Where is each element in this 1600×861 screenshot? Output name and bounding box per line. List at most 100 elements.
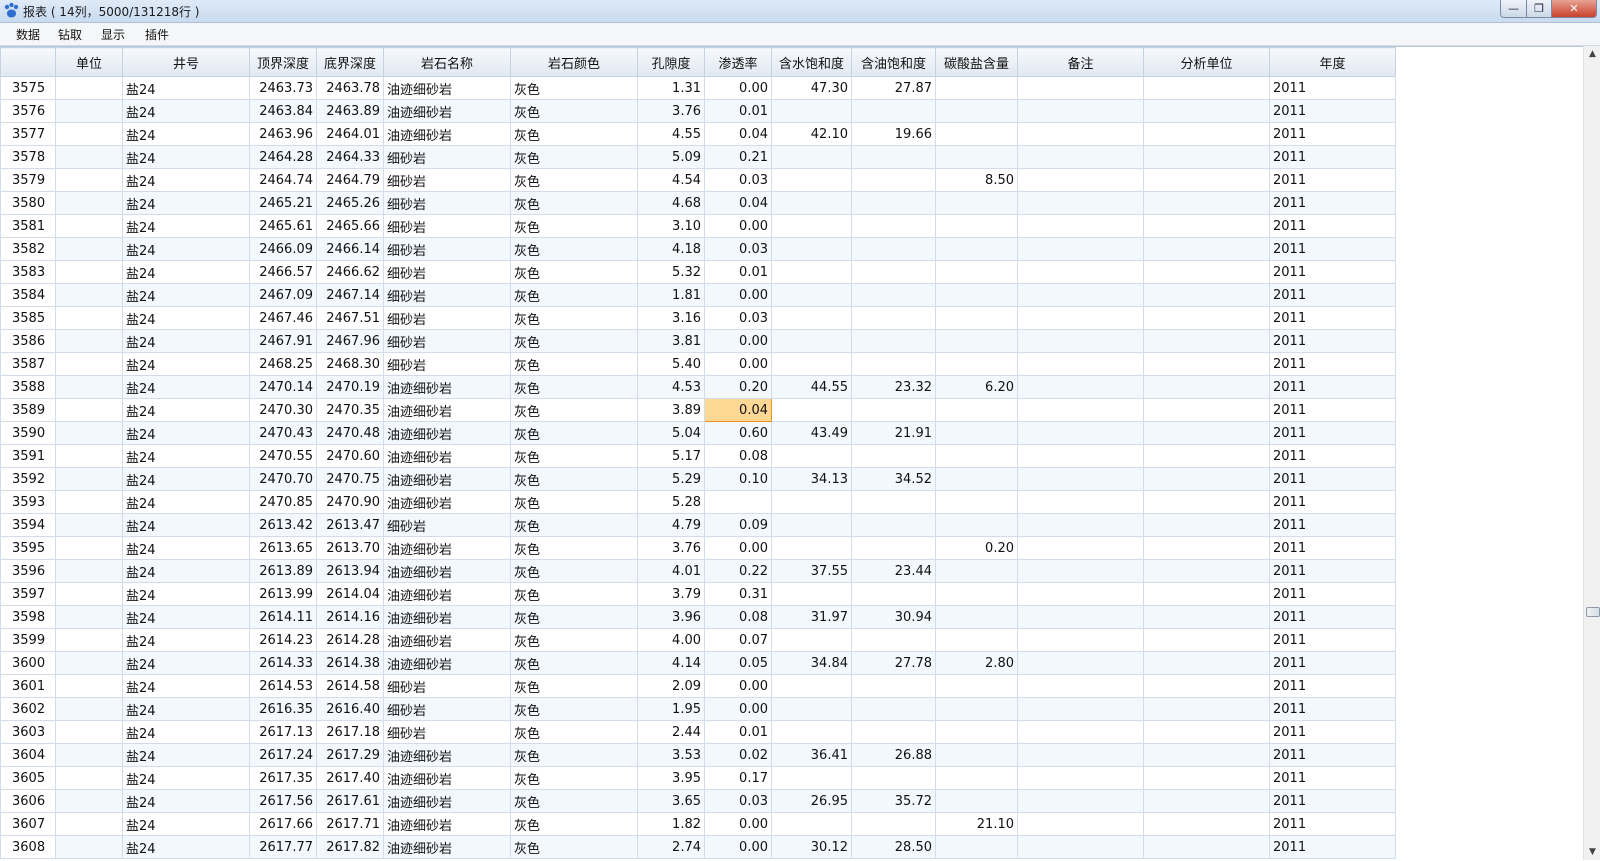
table-cell[interactable]: 2617.29 — [316, 743, 384, 767]
table-cell[interactable]: 34.13 — [771, 467, 852, 491]
table-cell[interactable]: 灰色 — [510, 444, 638, 468]
table-row[interactable]: 3599 盐24 2614.23 2614.28 油迹细砂岩 灰色 4.00 0.07 2011 — [0, 628, 1396, 652]
table-cell[interactable] — [935, 191, 1018, 215]
table-cell[interactable]: 2011 — [1269, 168, 1396, 192]
table-cell[interactable] — [851, 237, 936, 261]
table-cell[interactable]: 油迹细砂岩 — [383, 76, 511, 100]
table-cell[interactable] — [1143, 743, 1270, 767]
row-number-cell[interactable]: 3580 — [0, 191, 56, 215]
table-cell[interactable]: 4.54 — [637, 168, 705, 192]
column-header[interactable]: 岩石名称 — [383, 47, 511, 77]
table-cell[interactable]: 盐24 — [122, 743, 250, 767]
table-cell[interactable]: 2467.14 — [316, 283, 384, 307]
table-cell[interactable]: 2470.14 — [249, 375, 317, 399]
table-cell[interactable] — [935, 237, 1018, 261]
row-number-cell[interactable]: 3586 — [0, 329, 56, 353]
column-header[interactable]: 碳酸盐含量 — [935, 47, 1018, 77]
table-cell[interactable] — [851, 697, 936, 721]
table-cell[interactable]: 灰色 — [510, 743, 638, 767]
table-cell[interactable] — [55, 99, 123, 123]
table-cell[interactable] — [1143, 306, 1270, 330]
table-cell[interactable] — [771, 513, 852, 537]
table-cell[interactable] — [1017, 421, 1144, 445]
table-cell[interactable]: 灰色 — [510, 513, 638, 537]
vertical-scrollbar[interactable]: ▲ ▼ — [1583, 46, 1600, 860]
table-cell[interactable] — [1143, 237, 1270, 261]
column-header[interactable]: 底界深度 — [316, 47, 384, 77]
table-cell[interactable]: 盐24 — [122, 421, 250, 445]
table-cell[interactable] — [851, 191, 936, 215]
table-cell[interactable]: 0.20 — [704, 375, 772, 399]
table-cell[interactable] — [935, 789, 1018, 813]
table-cell[interactable]: 2011 — [1269, 306, 1396, 330]
table-cell[interactable]: 盐24 — [122, 76, 250, 100]
table-cell[interactable]: 3.10 — [637, 214, 705, 238]
table-cell[interactable]: 4.14 — [637, 651, 705, 675]
column-header[interactable]: 单位 — [55, 47, 123, 77]
table-cell[interactable]: 盐24 — [122, 375, 250, 399]
table-cell[interactable]: 4.79 — [637, 513, 705, 537]
table-cell[interactable]: 2613.42 — [249, 513, 317, 537]
table-row[interactable]: 3586 盐24 2467.91 2467.96 细砂岩 灰色 3.81 0.00 2011 — [0, 329, 1396, 353]
table-cell[interactable] — [851, 444, 936, 468]
table-cell[interactable]: 2463.84 — [249, 99, 317, 123]
table-cell[interactable]: 2011 — [1269, 260, 1396, 284]
table-cell[interactable]: 2614.04 — [316, 582, 384, 606]
table-cell[interactable]: 2614.53 — [249, 674, 317, 698]
table-cell[interactable]: 灰色 — [510, 835, 638, 859]
table-cell[interactable]: 油迹细砂岩 — [383, 421, 511, 445]
table-row[interactable]: 3577 盐24 2463.96 2464.01 油迹细砂岩 灰色 4.55 0.04 42.1… — [0, 122, 1396, 146]
table-cell[interactable]: 细砂岩 — [383, 283, 511, 307]
table-row[interactable]: 3584 盐24 2467.09 2467.14 细砂岩 灰色 1.81 0.00 2011 — [0, 283, 1396, 307]
table-cell[interactable]: 灰色 — [510, 605, 638, 629]
table-cell[interactable]: 盐24 — [122, 812, 250, 836]
table-cell[interactable]: 2614.33 — [249, 651, 317, 675]
table-cell[interactable] — [935, 99, 1018, 123]
table-cell[interactable] — [1017, 122, 1144, 146]
table-cell[interactable] — [935, 674, 1018, 698]
table-cell[interactable] — [1017, 283, 1144, 307]
table-cell[interactable]: 2011 — [1269, 76, 1396, 100]
table-cell[interactable]: 2617.71 — [316, 812, 384, 836]
table-cell[interactable] — [1017, 605, 1144, 629]
table-cell[interactable]: 0.05 — [704, 651, 772, 675]
table-cell[interactable] — [1017, 398, 1144, 422]
table-cell[interactable] — [1017, 237, 1144, 261]
table-row[interactable]: 3575 盐24 2463.73 2463.78 油迹细砂岩 灰色 1.31 0.00 47.3… — [0, 76, 1396, 100]
table-cell[interactable]: 灰色 — [510, 283, 638, 307]
table-cell[interactable] — [935, 260, 1018, 284]
row-number-cell[interactable]: 3598 — [0, 605, 56, 629]
table-row[interactable]: 3589 盐24 2470.30 2470.35 油迹细砂岩 灰色 3.89 0.04 2011 — [0, 398, 1396, 422]
table-cell[interactable] — [55, 421, 123, 445]
table-cell[interactable]: 0.00 — [704, 214, 772, 238]
table-cell[interactable]: 盐24 — [122, 329, 250, 353]
table-cell[interactable]: 5.04 — [637, 421, 705, 445]
table-cell[interactable] — [55, 605, 123, 629]
table-cell[interactable]: 油迹细砂岩 — [383, 789, 511, 813]
table-cell[interactable]: 47.30 — [771, 76, 852, 100]
table-cell[interactable]: 2613.70 — [316, 536, 384, 560]
column-header[interactable]: 含水饱和度 — [771, 47, 852, 77]
table-row[interactable]: 3587 盐24 2468.25 2468.30 细砂岩 灰色 5.40 0.00 2011 — [0, 352, 1396, 376]
row-number-cell[interactable]: 3591 — [0, 444, 56, 468]
table-cell[interactable]: 细砂岩 — [383, 145, 511, 169]
table-row[interactable]: 3607 盐24 2617.66 2617.71 油迹细砂岩 灰色 1.82 0.00 21.1… — [0, 812, 1396, 836]
table-cell[interactable]: 2617.66 — [249, 812, 317, 836]
table-cell[interactable]: 2466.62 — [316, 260, 384, 284]
table-row[interactable]: 3585 盐24 2467.46 2467.51 细砂岩 灰色 3.16 0.03 2011 — [0, 306, 1396, 330]
row-number-cell[interactable]: 3579 — [0, 168, 56, 192]
row-number-cell[interactable]: 3594 — [0, 513, 56, 537]
table-cell[interactable] — [771, 214, 852, 238]
table-row[interactable]: 3605 盐24 2617.35 2617.40 油迹细砂岩 灰色 3.95 0.17 2011 — [0, 766, 1396, 790]
table-cell[interactable]: 21.10 — [935, 812, 1018, 836]
table-cell[interactable]: 2614.28 — [316, 628, 384, 652]
table-cell[interactable]: 2617.82 — [316, 835, 384, 859]
table-cell[interactable]: 34.84 — [771, 651, 852, 675]
table-cell[interactable]: 2463.78 — [316, 76, 384, 100]
table-row[interactable]: 3602 盐24 2616.35 2616.40 细砂岩 灰色 1.95 0.00 2011 — [0, 697, 1396, 721]
table-cell[interactable]: 5.09 — [637, 145, 705, 169]
table-cell[interactable] — [935, 605, 1018, 629]
table-cell[interactable] — [55, 812, 123, 836]
table-cell[interactable] — [1017, 99, 1144, 123]
table-cell[interactable] — [851, 490, 936, 514]
